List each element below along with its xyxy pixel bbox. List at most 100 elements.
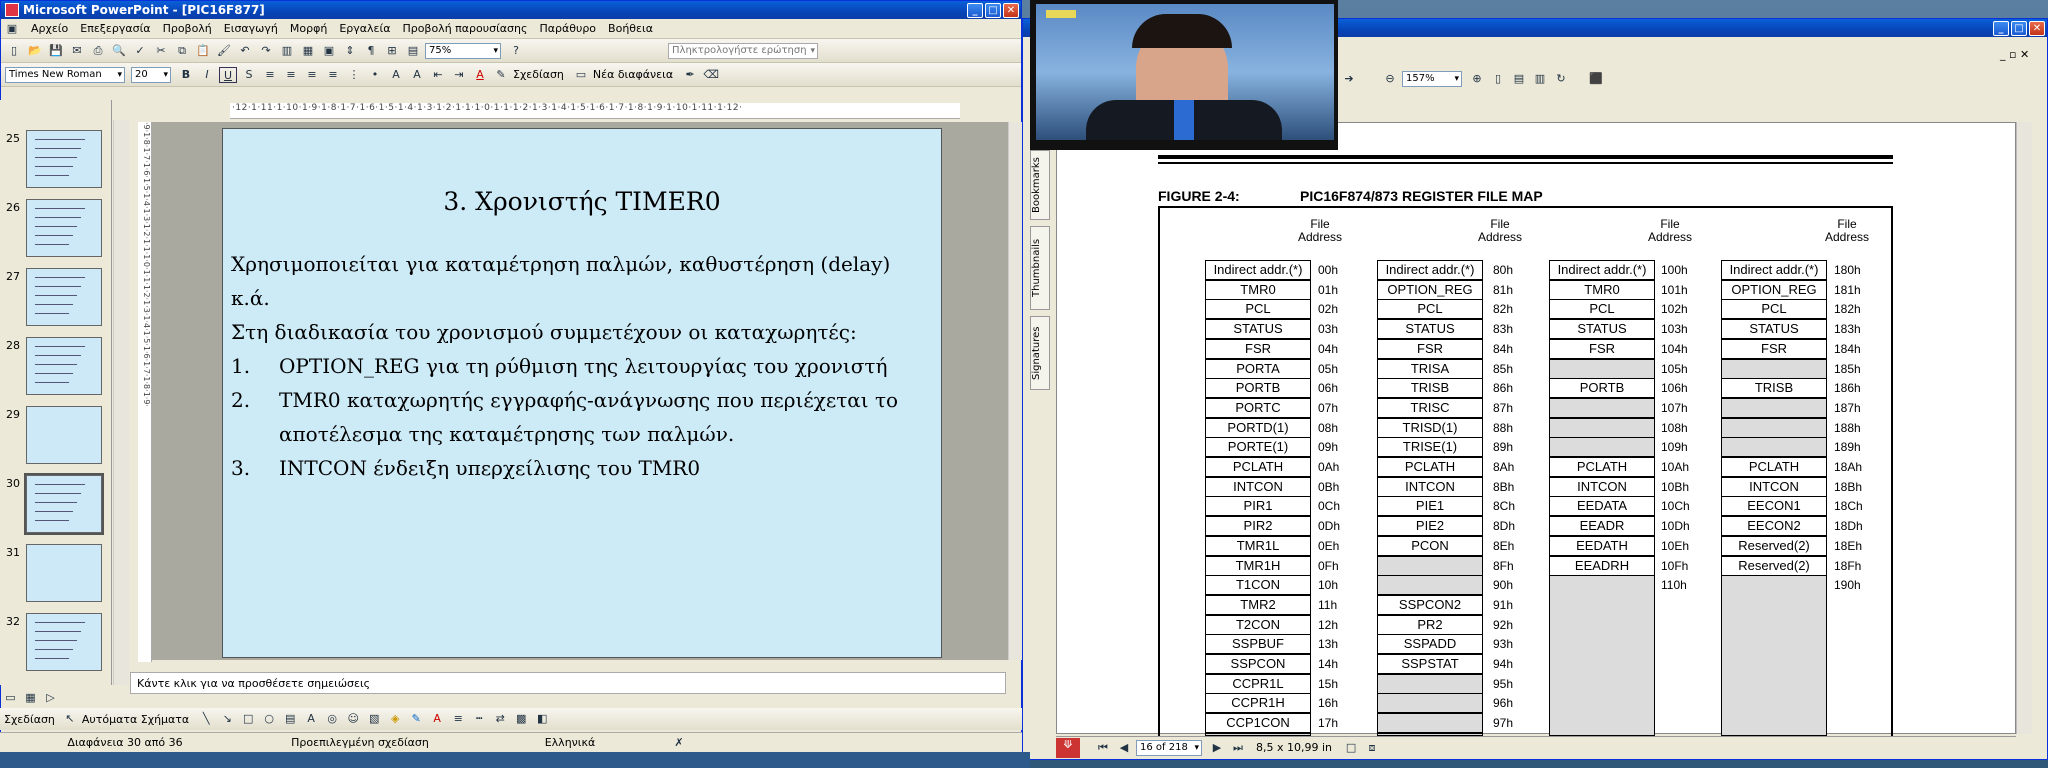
pen-icon[interactable]: ✒ xyxy=(681,67,699,83)
next-page-icon[interactable]: ➔ xyxy=(1340,71,1358,87)
paste-icon[interactable]: 📋 xyxy=(194,43,212,59)
slide-thumbnail[interactable]: 31 xyxy=(6,544,106,608)
rotate-icon[interactable]: ↻ xyxy=(1552,71,1570,87)
font-size-select[interactable]: 20 xyxy=(131,66,171,83)
open-icon[interactable]: 📂 xyxy=(26,43,44,59)
slideshow-view-icon[interactable]: ▷ xyxy=(42,690,59,706)
arrow-style-icon[interactable]: ⇄ xyxy=(491,711,509,727)
cut-icon[interactable]: ✂ xyxy=(152,43,170,59)
slide-body[interactable]: Χρησιμοποιείται για καταμέτρηση παλμών, … xyxy=(231,247,931,485)
signatures-tab[interactable]: Signatures xyxy=(1030,316,1050,390)
slide-thumbnail[interactable]: 29 xyxy=(6,406,106,470)
pdf-tool-icon[interactable]: ⬛ xyxy=(1587,71,1605,87)
slide-thumbnail[interactable]: 28 xyxy=(6,337,106,401)
increase-font-icon[interactable]: A xyxy=(387,67,405,83)
tables-borders-icon[interactable]: ▣ xyxy=(320,43,338,59)
prev-page-icon[interactable]: ◀ xyxy=(1115,740,1133,756)
align-right-icon[interactable]: ≡ xyxy=(303,67,321,83)
minimize-icon[interactable]: _ xyxy=(967,2,983,18)
undo-icon[interactable]: ↶ xyxy=(236,43,254,59)
copy-icon[interactable]: ⧉ xyxy=(173,43,191,59)
design-icon[interactable]: ✎ xyxy=(492,67,510,83)
wordart-icon[interactable]: A xyxy=(302,711,320,727)
align-left-icon[interactable]: ≡ xyxy=(261,67,279,83)
chart-icon[interactable]: ▥ xyxy=(278,43,296,59)
facing-icon[interactable]: ▥ xyxy=(1531,71,1549,87)
permission-icon[interactable]: ✉ xyxy=(68,43,86,59)
close-icon[interactable]: ✕ xyxy=(1003,2,1019,18)
maximize-icon[interactable]: □ xyxy=(985,2,1001,18)
font-name-select[interactable]: Times New Roman xyxy=(5,66,125,83)
spelling-icon[interactable]: ✓ xyxy=(131,43,149,59)
line-color-icon[interactable]: ✎ xyxy=(407,711,425,727)
save-icon[interactable]: 💾 xyxy=(47,43,65,59)
textbox-icon[interactable]: ▤ xyxy=(281,711,299,727)
menu-item[interactable]: Παράθυρο xyxy=(539,22,596,35)
eraser-icon[interactable]: ⌫ xyxy=(702,67,720,83)
format-painter-icon[interactable]: 🖌 xyxy=(215,43,233,59)
align-center-icon[interactable]: ≡ xyxy=(282,67,300,83)
rectangle-icon[interactable]: □ xyxy=(239,711,257,727)
doc-window-controls[interactable]: _ ▫ ✕ xyxy=(2000,48,2029,61)
formatting-icon[interactable]: ¶ xyxy=(362,43,380,59)
slide-thumbnail[interactable]: 25 xyxy=(6,130,106,194)
menu-item[interactable]: Εργαλεία xyxy=(339,22,390,35)
single-page-icon[interactable]: ▯ xyxy=(1489,71,1507,87)
fill-color-icon[interactable]: ◈ xyxy=(386,711,404,727)
underline-button[interactable]: U xyxy=(219,66,237,83)
maximize-icon[interactable]: □ xyxy=(2011,20,2027,36)
slide-thumbnail[interactable]: 32 xyxy=(6,613,106,677)
sorter-view-icon[interactable]: ▦ xyxy=(22,690,39,706)
current-slide[interactable]: 3. Χρονιστής TIMER0 Χρησιμοποιείται για … xyxy=(222,128,942,658)
slide-scrollbar[interactable] xyxy=(1008,122,1022,660)
slide-title[interactable]: 3. Χρονιστής TIMER0 xyxy=(223,187,941,216)
picture-icon[interactable]: ▧ xyxy=(365,711,383,727)
decrease-indent-icon[interactable]: ⇤ xyxy=(429,67,447,83)
select-arrow-icon[interactable]: ↖ xyxy=(61,711,79,727)
bold-button[interactable]: B xyxy=(177,67,195,83)
help-icon[interactable]: ? xyxy=(507,43,525,59)
new-icon[interactable]: ▯ xyxy=(5,43,23,59)
minimize-icon[interactable]: _ xyxy=(1993,20,2009,36)
design-button[interactable]: Σχεδίαση xyxy=(513,68,564,81)
menu-item[interactable]: Επεξεργασία xyxy=(80,22,150,35)
increase-indent-icon[interactable]: ⇥ xyxy=(450,67,468,83)
help-search-input[interactable]: Πληκτρολογήστε ερώτηση xyxy=(668,42,818,59)
draw-menu[interactable]: Σχεδίαση xyxy=(4,713,55,726)
diagram-icon[interactable]: ◎ xyxy=(323,711,341,727)
thumbnails-tab[interactable]: Thumbnails xyxy=(1030,226,1050,310)
menu-item[interactable]: Βοήθεια xyxy=(608,22,653,35)
new-slide-button[interactable]: Νέα διαφάνεια xyxy=(593,68,673,81)
close-icon[interactable]: ✕ xyxy=(2029,20,2045,36)
new-slide-icon[interactable]: ▭ xyxy=(572,67,590,83)
decrease-font-icon[interactable]: A xyxy=(408,67,426,83)
pdf-vscroll[interactable] xyxy=(2016,122,2032,734)
next-page-icon-2[interactable]: ▶ xyxy=(1208,740,1226,756)
layout-icon-2[interactable]: ⧈ xyxy=(1363,740,1381,756)
menu-item[interactable]: Προβολή xyxy=(163,22,212,35)
grid-icon[interactable]: ⊞ xyxy=(383,43,401,59)
table-icon[interactable]: ▦ xyxy=(299,43,317,59)
dash-style-icon[interactable]: ┅ xyxy=(470,711,488,727)
notes-pane[interactable]: Κάντε κλικ για να προσθέσετε σημειώσεις xyxy=(130,672,1006,694)
shadow-button[interactable]: S xyxy=(240,67,258,83)
continuous-icon[interactable]: ▤ xyxy=(1510,71,1528,87)
oval-icon[interactable]: ○ xyxy=(260,711,278,727)
clipart-icon[interactable]: ☺ xyxy=(344,711,362,727)
thumbs-scrollbar[interactable] xyxy=(113,120,129,685)
slide-thumbnail[interactable]: 27 xyxy=(6,268,106,332)
bookmarks-tab[interactable]: Bookmarks xyxy=(1030,150,1050,220)
zoom-out-icon[interactable]: ⊖ xyxy=(1381,71,1399,87)
text-color-icon[interactable]: A xyxy=(428,711,446,727)
preview-icon[interactable]: 🔍 xyxy=(110,43,128,59)
first-page-icon[interactable]: ⏮ xyxy=(1094,740,1112,756)
arrow-icon[interactable]: ↘ xyxy=(218,711,236,727)
menu-item[interactable]: Εισαγωγή xyxy=(224,22,278,35)
slide-thumbnail[interactable]: 26 xyxy=(6,199,106,263)
line-icon[interactable]: ╲ xyxy=(197,711,215,727)
last-page-icon[interactable]: ⏭ xyxy=(1229,740,1247,756)
shadow-icon[interactable]: ▩ xyxy=(512,711,530,727)
menu-item[interactable]: Μορφή xyxy=(290,22,327,35)
zoom-select[interactable]: 75% xyxy=(425,42,501,59)
numbering-icon[interactable]: ⋮ xyxy=(345,67,363,83)
